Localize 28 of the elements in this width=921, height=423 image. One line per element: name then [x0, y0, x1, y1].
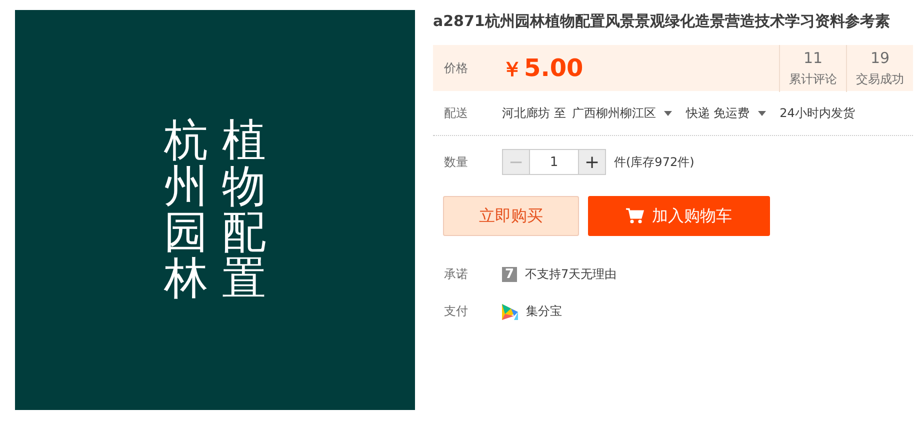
shipping-method-selector[interactable]: 快递 免运费: [686, 104, 750, 122]
service-text: 不支持7天无理由: [525, 266, 617, 283]
field-label: 承诺: [444, 266, 469, 283]
caret-icon[interactable]: [758, 110, 766, 116]
field-label: 价格: [444, 60, 469, 76]
field-label: 数量: [444, 154, 469, 170]
stat-value: 19: [870, 48, 890, 66]
ship-from: 河北廊坊 至: [502, 104, 566, 122]
return-policy-icon: 7: [502, 267, 517, 282]
product-title: a2871杭州园林植物配置风景景观绿化造景营造技术学习资料参考素: [433, 11, 891, 32]
service-text: 集分宝: [526, 303, 562, 320]
cover-text: 植物配置: [222, 118, 266, 302]
dispatch-time: 24小时内发货: [780, 104, 855, 122]
currency-symbol: ￥: [502, 56, 522, 82]
stat-value: 11: [803, 48, 823, 66]
payment-icon: [502, 304, 518, 320]
cover-text: 杭州园林: [164, 118, 208, 302]
cart-icon: [626, 208, 644, 224]
quantity-field[interactable]: 1: [530, 149, 578, 175]
stock-text: 件(库存972件): [614, 154, 694, 170]
increase-button[interactable]: +: [578, 149, 606, 175]
field-label: 支付: [444, 303, 469, 320]
destination-selector[interactable]: 广西柳州柳江区: [572, 104, 656, 122]
price-amount: 5.00: [524, 54, 584, 82]
stat-label: 交易成功: [856, 70, 904, 88]
stat-label: 累计评论: [789, 70, 837, 88]
field-label: 配送: [444, 104, 469, 122]
caret-icon[interactable]: [664, 110, 672, 116]
